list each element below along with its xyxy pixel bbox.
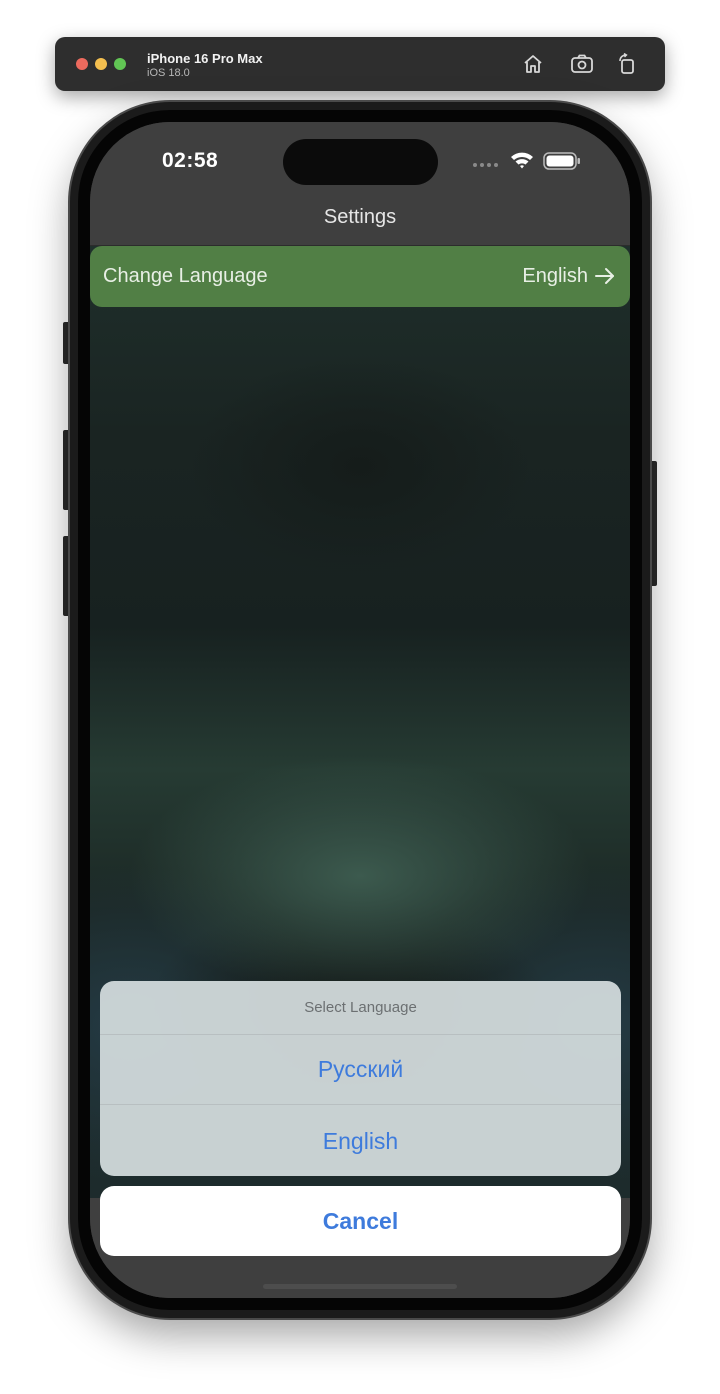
close-window-button[interactable]	[76, 58, 88, 70]
action-sheet-title: Select Language	[100, 981, 621, 1035]
language-option-english[interactable]: English	[100, 1106, 621, 1176]
home-button[interactable]	[521, 52, 545, 76]
home-icon	[524, 55, 542, 73]
phone-screen: 02:58 Settings Change Language English S…	[90, 122, 630, 1298]
minimize-window-button[interactable]	[95, 58, 107, 70]
screenshot-icon	[571, 54, 593, 73]
rotate-icon	[619, 53, 634, 74]
current-language-value: English	[522, 265, 588, 287]
dynamic-island	[283, 139, 438, 185]
status-time: 02:58	[162, 149, 219, 172]
cellular-icon	[473, 163, 498, 167]
wifi-icon	[511, 152, 533, 169]
change-language-label: Change Language	[103, 265, 268, 287]
page-title: Settings	[323, 206, 397, 228]
navigation-bar: 02:58 Settings	[90, 122, 630, 246]
rotate-button[interactable]	[615, 52, 639, 76]
screenshot-button[interactable]	[570, 52, 594, 76]
language-option-russian[interactable]: Русский	[100, 1035, 621, 1105]
cancel-button[interactable]: Cancel	[100, 1186, 621, 1256]
arrow-right-icon	[595, 268, 614, 284]
power-button	[649, 461, 657, 586]
battery-icon	[543, 152, 580, 170]
device-name: iPhone 16 Pro Max	[147, 51, 263, 66]
action-sheet: Select Language Русский English	[100, 981, 621, 1176]
home-indicator[interactable]	[263, 1284, 457, 1289]
zoom-window-button[interactable]	[114, 58, 126, 70]
simulator-toolbar: iPhone 16 Pro Max iOS 18.0	[55, 37, 665, 91]
change-language-row[interactable]: Change Language English	[90, 246, 630, 307]
os-version: iOS 18.0	[147, 67, 190, 79]
